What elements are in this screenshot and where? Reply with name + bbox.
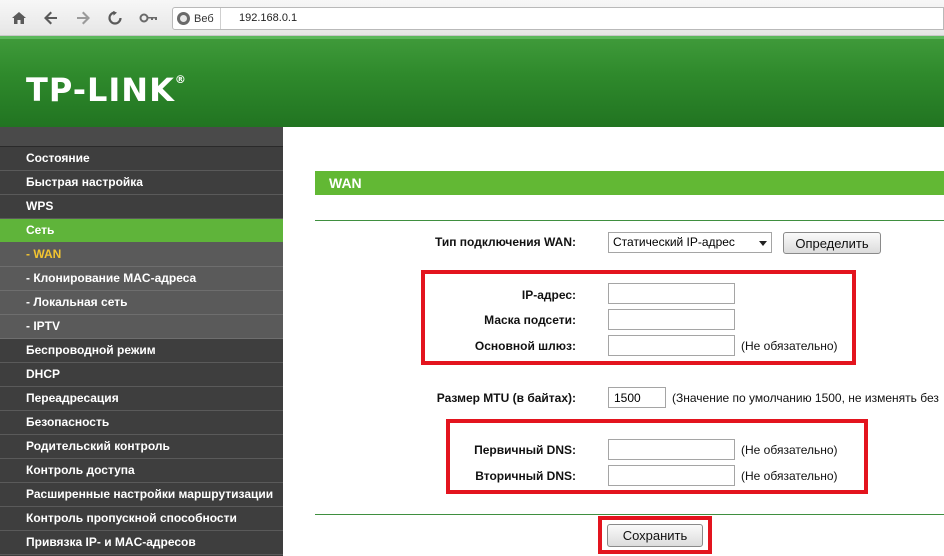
- browser-toolbar: Веб 192.168.0.1: [0, 0, 944, 36]
- primary-dns-input[interactable]: [608, 439, 735, 460]
- sidebar-item[interactable]: Состояние: [0, 147, 283, 171]
- sidebar-item[interactable]: Беспроводной режим: [0, 339, 283, 363]
- mtu-label: Размер MTU (в байтах):: [436, 391, 576, 405]
- logo-text: TP-LINK: [26, 71, 175, 109]
- sidebar-item[interactable]: Расширенные настройки маршрутизации: [0, 483, 283, 507]
- connection-type-value: Статический IP-адрес: [613, 235, 735, 249]
- sidebar-item[interactable]: Сеть: [0, 219, 283, 243]
- menu-list: Состояние Быстрая настройка WPS Сеть - WAN - …: [0, 147, 283, 555]
- sidebar-item[interactable]: Контроль доступа: [0, 459, 283, 483]
- router-header: TP-LINK®: [0, 36, 944, 127]
- main-content: WAN Тип подключения WAN: Статический IP-…: [283, 127, 944, 556]
- sidebar-item[interactable]: WPS: [0, 195, 283, 219]
- sidebar-item[interactable]: - Клонирование MAC-адреса: [0, 267, 283, 291]
- primary-dns-label: Первичный DNS:: [474, 443, 576, 457]
- address-tag-label: Веб: [194, 12, 214, 25]
- connection-type-select[interactable]: Статический IP-адрес: [608, 232, 772, 253]
- secondary-dns-input[interactable]: [608, 465, 735, 486]
- mtu-input[interactable]: [608, 387, 666, 408]
- sidebar-item[interactable]: Быстрая настройка: [0, 171, 283, 195]
- highlight-box-ip: [421, 270, 856, 365]
- address-bar[interactable]: Веб 192.168.0.1: [172, 7, 944, 30]
- address-url[interactable]: 192.168.0.1: [239, 12, 297, 24]
- mtu-note: (Значение по умолчанию 1500, не изменять…: [672, 391, 939, 405]
- globe-icon: [177, 12, 190, 25]
- logo-mark: ®: [174, 73, 187, 86]
- tp-link-logo: TP-LINK®: [26, 71, 187, 109]
- address-tag[interactable]: Веб: [173, 8, 221, 29]
- section-title: WAN: [315, 171, 944, 195]
- sidebar-item[interactable]: Переадресация: [0, 387, 283, 411]
- forward-icon[interactable]: [72, 7, 94, 29]
- secondary-dns-note: (Не обязательно): [741, 469, 838, 483]
- sidebar-item[interactable]: DHCP: [0, 363, 283, 387]
- sidebar-item[interactable]: Родительский контроль: [0, 435, 283, 459]
- sidebar-item[interactable]: Привязка IP- и MAC-адресов: [0, 531, 283, 555]
- divider-top: [315, 220, 944, 221]
- detect-button[interactable]: Определить: [783, 232, 881, 254]
- key-icon[interactable]: [136, 7, 162, 29]
- save-button[interactable]: Сохранить: [607, 524, 703, 547]
- connection-type-label: Тип подключения WAN:: [434, 235, 576, 249]
- secondary-dns-label: Вторичный DNS:: [475, 469, 576, 483]
- sidebar-item[interactable]: Контроль пропускной способности: [0, 507, 283, 531]
- sidebar-top-strip: [0, 127, 283, 147]
- chevron-down-icon: [759, 241, 767, 246]
- reload-icon[interactable]: [104, 7, 126, 29]
- back-icon[interactable]: [40, 7, 62, 29]
- home-icon[interactable]: [8, 7, 30, 29]
- sidebar-item[interactable]: Безопасность: [0, 411, 283, 435]
- primary-dns-note: (Не обязательно): [741, 443, 838, 457]
- sidebar-item[interactable]: - WAN: [0, 243, 283, 267]
- sidebar-item[interactable]: - IPTV: [0, 315, 283, 339]
- sidebar-item[interactable]: - Локальная сеть: [0, 291, 283, 315]
- divider-bottom: [315, 514, 944, 515]
- sidebar-menu: Состояние Быстрая настройка WPS Сеть - WAN - …: [0, 127, 283, 556]
